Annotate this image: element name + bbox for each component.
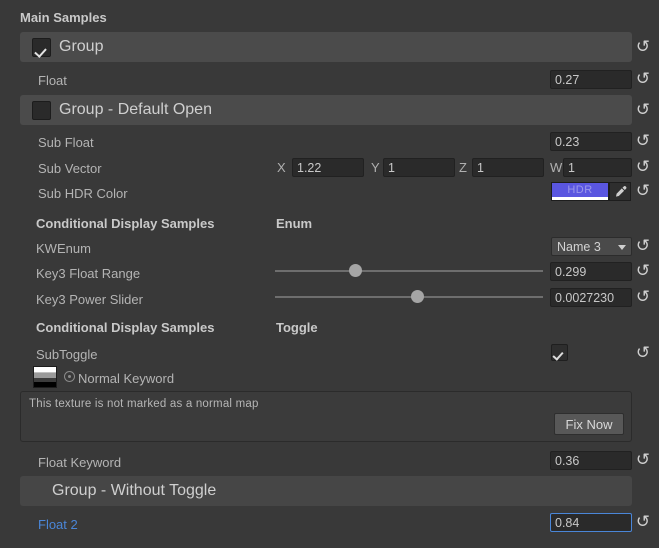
revert-icon-float[interactable]: ↺ — [634, 70, 652, 88]
revert-icon-key3-power-slider[interactable]: ↺ — [634, 288, 652, 306]
slider-track — [275, 296, 543, 298]
revert-icon-key3-float-range[interactable]: ↺ — [634, 262, 652, 280]
input-key3-power-slider[interactable]: 0.0027230 — [550, 288, 632, 307]
section-subtitle-enum: Enum — [276, 216, 312, 231]
label-subtoggle: SubToggle — [36, 347, 97, 362]
input-float[interactable]: 0.27 — [550, 70, 632, 89]
input-float-keyword[interactable]: 0.36 — [550, 451, 632, 470]
label-sub-float: Sub Float — [38, 135, 94, 150]
revert-icon-float-keyword[interactable]: ↺ — [634, 451, 652, 469]
page-title: Main Samples — [20, 10, 107, 25]
group-default-open-title: Group - Default Open — [59, 101, 212, 119]
input-vector-z[interactable]: 1 — [472, 158, 544, 177]
section-subtitle-toggle: Toggle — [276, 320, 318, 335]
input-sub-float[interactable]: 0.23 — [550, 132, 632, 151]
label-float: Float — [38, 73, 67, 88]
revert-icon-sub-vector[interactable]: ↺ — [634, 158, 652, 176]
input-vector-x[interactable]: 1.22 — [292, 158, 364, 177]
slider-track — [275, 270, 543, 272]
dropdown-kwenum-value: Name 3 — [557, 240, 601, 254]
hdr-color-swatch[interactable]: HDR — [551, 182, 609, 201]
slider-handle[interactable] — [411, 290, 424, 303]
label-kwenum: KWEnum — [36, 241, 91, 256]
eyedropper-button[interactable] — [609, 182, 631, 201]
checkbox-subtoggle[interactable] — [551, 344, 568, 361]
fix-now-button[interactable]: Fix Now — [554, 413, 624, 435]
group-title: Group — [59, 38, 103, 56]
input-vector-y[interactable]: 1 — [383, 158, 455, 177]
group-default-open-toggle-checkbox[interactable] — [32, 101, 51, 120]
warning-message: This texture is not marked as a normal m… — [29, 398, 259, 410]
label-sub-hdr-color: Sub HDR Color — [38, 186, 128, 201]
axis-label-x: X — [277, 160, 286, 175]
slider-key3-float-range[interactable] — [275, 264, 543, 278]
axis-label-y: Y — [371, 160, 380, 175]
input-float-2[interactable]: 0.84 — [550, 513, 632, 532]
slider-key3-power-slider[interactable] — [275, 290, 543, 304]
group-header-group[interactable]: Group — [20, 32, 632, 62]
dropdown-kwenum[interactable]: Name 3 — [551, 237, 632, 256]
label-normal-keyword: Normal Keyword — [78, 371, 174, 386]
revert-icon-group-default-open[interactable]: ↺ — [634, 101, 652, 119]
chevron-down-icon — [618, 245, 626, 250]
warning-helpbox: This texture is not marked as a normal m… — [20, 391, 632, 442]
revert-icon-kwenum[interactable]: ↺ — [634, 237, 652, 255]
label-float-keyword: Float Keyword — [38, 455, 121, 470]
row-normal-keyword: Normal Keyword — [0, 369, 659, 387]
label-key3-power-slider: Key3 Power Slider — [36, 292, 143, 307]
revert-icon-group[interactable]: ↺ — [634, 38, 652, 56]
section-title-toggle: Conditional Display Samples — [36, 320, 214, 335]
revert-icon-sub-hdr-color[interactable]: ↺ — [634, 182, 652, 200]
input-vector-w[interactable]: 1 — [563, 158, 632, 177]
group-without-toggle-title: Group - Without Toggle — [52, 482, 216, 500]
alpha-bar — [552, 197, 608, 200]
material-inspector-panel: Main Samples Group ↺ Float 0.27 ↺ Group … — [0, 0, 659, 548]
group-toggle-checkbox[interactable] — [32, 38, 51, 57]
label-sub-vector: Sub Vector — [38, 161, 102, 176]
slider-handle[interactable] — [349, 264, 362, 277]
revert-icon-sub-float[interactable]: ↺ — [634, 132, 652, 150]
eyedropper-icon — [614, 185, 628, 199]
revert-icon-subtoggle[interactable]: ↺ — [634, 344, 652, 362]
group-header-default-open[interactable]: Group - Default Open — [20, 95, 632, 125]
axis-label-z: Z — [459, 160, 467, 175]
label-key3-float-range: Key3 Float Range — [36, 266, 140, 281]
input-key3-float-range[interactable]: 0.299 — [550, 262, 632, 281]
revert-icon-float-2[interactable]: ↺ — [634, 513, 652, 531]
section-title-enum: Conditional Display Samples — [36, 216, 214, 231]
label-float-2: Float 2 — [38, 517, 78, 532]
axis-label-w: W — [550, 160, 562, 175]
group-header-without-toggle[interactable]: Group - Without Toggle — [20, 476, 632, 506]
hdr-badge-label: HDR — [552, 184, 608, 196]
